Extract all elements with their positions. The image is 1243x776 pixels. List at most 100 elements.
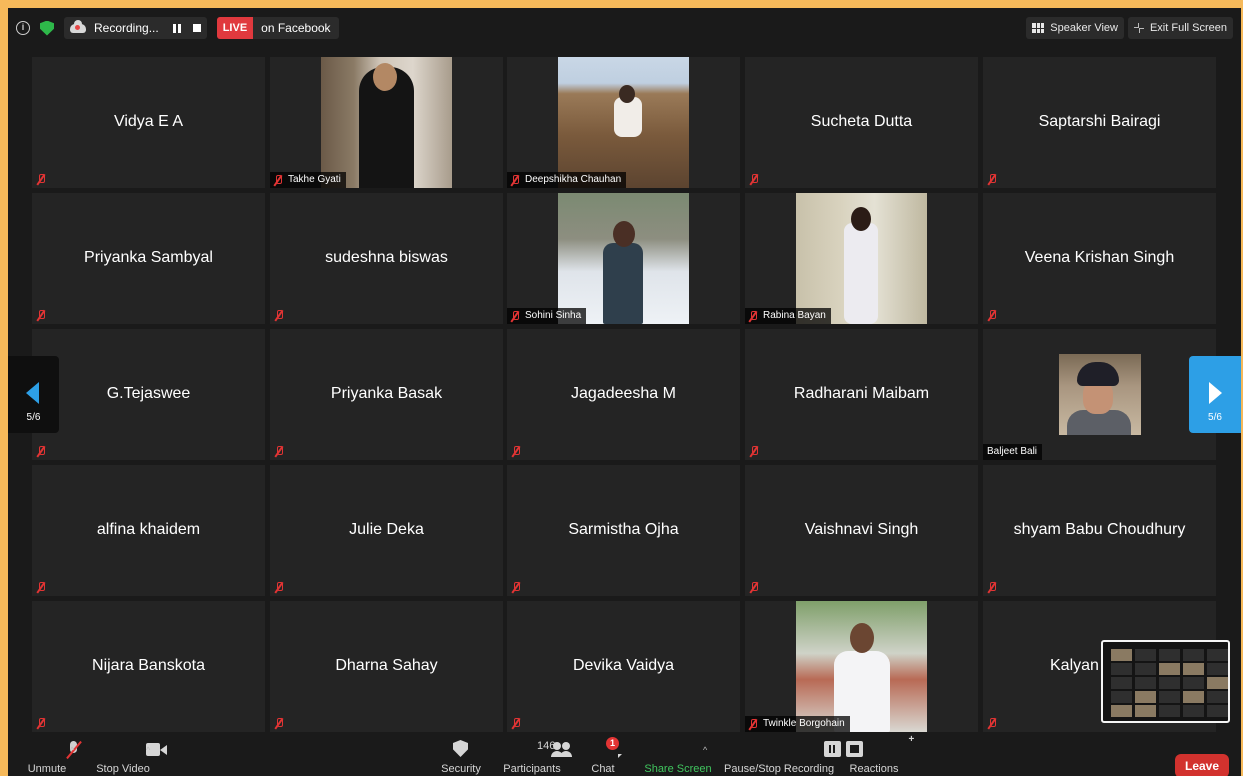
muted-mic-icon — [748, 719, 758, 730]
muted-mic-icon — [36, 582, 46, 593]
stop-recording-icon[interactable] — [192, 24, 201, 32]
participant-tile[interactable]: Vidya E A — [32, 57, 265, 188]
muted-mic-icon — [274, 310, 284, 321]
page-indicator: 5/6 — [26, 412, 41, 423]
participant-name-chip: Deepshikha Chauhan — [507, 172, 627, 188]
participants-button[interactable]: 146 Participants — [501, 735, 563, 776]
participant-tile[interactable]: Baljeet Bali — [983, 329, 1216, 460]
participant-tile[interactable]: Nijara Banskota — [32, 601, 265, 732]
muted-mic-icon — [510, 175, 520, 186]
profile-picture — [1059, 354, 1141, 435]
participant-tile[interactable]: Vaishnavi Singh — [745, 465, 978, 596]
live-stream-indicator[interactable]: LIVE on Facebook — [216, 17, 339, 39]
muted-mic-icon — [987, 310, 997, 321]
participant-name: Radharani Maibam — [793, 385, 930, 402]
share-screen-label: Share Screen — [644, 763, 712, 775]
participant-tile[interactable]: Sohini Sinha — [507, 193, 740, 324]
arrow-left-icon — [26, 382, 39, 404]
participant-name: G.Tejaswee — [106, 385, 191, 402]
participant-tile[interactable]: G.Tejaswee — [32, 329, 265, 460]
participant-tile[interactable]: Sucheta Dutta — [745, 57, 978, 188]
participant-tile[interactable]: shyam Babu Choudhury — [983, 465, 1216, 596]
participant-name-chip: Rabina Bayan — [745, 308, 831, 324]
muted-mic-icon — [748, 311, 758, 322]
pause-recording-icon[interactable] — [172, 23, 181, 33]
info-icon[interactable]: i — [16, 21, 30, 35]
participant-name: Dharna Sahay — [335, 657, 438, 674]
gallery-thumbnail-preview[interactable] — [1101, 640, 1230, 723]
participant-tile[interactable]: Deepshikha Chauhan — [507, 57, 740, 188]
participant-name: Rabina Bayan — [763, 310, 826, 321]
participant-tile[interactable]: Priyanka Sambyal — [32, 193, 265, 324]
previous-page-button[interactable]: 5/6 — [8, 356, 59, 433]
security-label: Security — [441, 763, 481, 775]
exit-fullscreen-icon — [1133, 23, 1144, 33]
participant-tile[interactable]: Priyanka Basak — [270, 329, 503, 460]
participant-tile[interactable]: Veena Krishan Singh — [983, 193, 1216, 324]
participant-tile[interactable]: alfina khaidem — [32, 465, 265, 596]
live-destination-label: on Facebook — [261, 21, 331, 35]
participant-tile[interactable]: Julie Deka — [270, 465, 503, 596]
share-screen-button[interactable]: ^ Share Screen — [643, 735, 713, 776]
muted-mic-icon — [36, 718, 46, 729]
chat-label: Chat — [591, 763, 615, 775]
participant-video — [796, 601, 927, 732]
muted-mic-icon — [273, 175, 283, 186]
arrow-right-icon — [1209, 382, 1222, 404]
pause-stop-recording-button[interactable]: Pause/Stop Recording — [724, 735, 863, 776]
unmute-button[interactable]: ^ Unmute — [22, 735, 75, 776]
muted-mic-icon — [987, 582, 997, 593]
exit-fullscreen-label: Exit Full Screen — [1149, 22, 1227, 34]
meeting-top-bar: i Recording... LIVE on Facebook Speaker … — [8, 8, 1241, 48]
leave-meeting-button[interactable]: Leave — [1175, 754, 1229, 776]
participant-name-chip: Baljeet Bali — [983, 444, 1043, 460]
reactions-button[interactable]: Reactions — [848, 735, 900, 776]
security-button[interactable]: Security — [439, 735, 483, 776]
grid-view-icon — [1032, 23, 1045, 33]
participant-video — [796, 193, 927, 324]
muted-mic-icon — [749, 174, 759, 185]
participant-name: Devika Vaidya — [572, 657, 675, 674]
participant-tile[interactable]: Rabina Bayan — [745, 193, 978, 324]
meeting-controls-toolbar: ^ Unmute ^ Stop Video Security 146 Parti… — [8, 735, 1241, 776]
participant-name-chip: Takhe Gyati — [270, 172, 346, 188]
speaker-view-button[interactable]: Speaker View — [1026, 17, 1124, 39]
chat-button[interactable]: 1 Chat — [586, 735, 620, 776]
participant-name: alfina khaidem — [96, 521, 201, 538]
encryption-shield-icon[interactable] — [40, 20, 54, 36]
participant-tile[interactable]: Dharna Sahay — [270, 601, 503, 732]
chat-unread-badge: 1 — [606, 737, 619, 750]
participant-name: Takhe Gyati — [288, 174, 341, 185]
exit-fullscreen-button[interactable]: Exit Full Screen — [1127, 17, 1233, 39]
participant-name: Saptarshi Bairagi — [1038, 113, 1161, 130]
participant-tile[interactable]: Radharani Maibam — [745, 329, 978, 460]
participant-name: Nijara Banskota — [92, 657, 205, 674]
participant-name: sudeshna biswas — [325, 249, 448, 266]
participant-name: Jagadeesha M — [571, 385, 676, 402]
muted-mic-icon — [36, 174, 46, 185]
participant-name: Vaishnavi Singh — [804, 521, 919, 538]
muted-mic-icon — [36, 446, 46, 457]
stop-video-button[interactable]: ^ Stop Video — [92, 735, 154, 776]
muted-mic-icon — [987, 718, 997, 729]
muted-mic-icon — [987, 174, 997, 185]
participant-tile[interactable]: Sarmistha Ojha — [507, 465, 740, 596]
participant-tile[interactable]: sudeshna biswas — [270, 193, 503, 324]
muted-mic-icon — [36, 310, 46, 321]
chevron-up-icon[interactable]: ^ — [70, 745, 74, 755]
page-indicator: 5/6 — [1208, 412, 1222, 423]
participant-tile[interactable]: Twinkle Borgohain — [745, 601, 978, 732]
participant-video — [558, 57, 689, 188]
cloud-recording-indicator: Recording... — [64, 17, 207, 39]
participant-tile[interactable]: Saptarshi Bairagi — [983, 57, 1216, 188]
chevron-up-icon[interactable]: ^ — [703, 745, 707, 755]
participant-name: Priyanka Basak — [330, 385, 443, 402]
participants-label: Participants — [503, 763, 561, 775]
participant-tile[interactable]: Jagadeesha M — [507, 329, 740, 460]
participant-tile[interactable]: Devika Vaidya — [507, 601, 740, 732]
participant-tile[interactable]: Takhe Gyati — [270, 57, 503, 188]
next-page-button[interactable]: 5/6 — [1189, 356, 1241, 433]
live-badge: LIVE — [216, 17, 254, 39]
chevron-up-icon[interactable]: ^ — [146, 745, 150, 755]
participant-name: Sohini Sinha — [525, 310, 582, 321]
